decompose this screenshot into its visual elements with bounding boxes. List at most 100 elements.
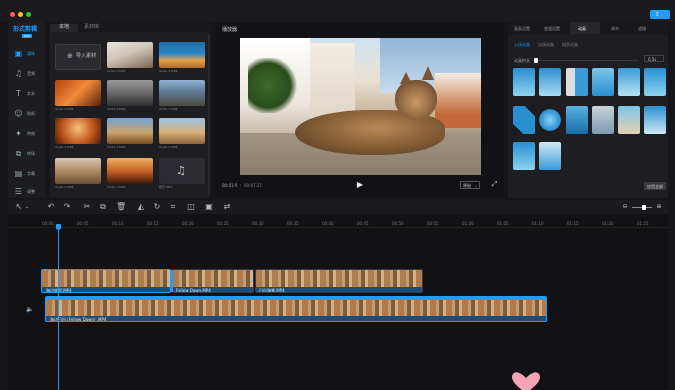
- media-thumb[interactable]: [55, 80, 101, 106]
- minimize-window-button[interactable]: [18, 12, 23, 17]
- media-thumb[interactable]: [159, 42, 205, 68]
- building-right: [435, 73, 481, 128]
- clip-trim-handle[interactable]: [171, 270, 173, 292]
- media-icon: ▣: [14, 49, 23, 58]
- media-name: VLOG 1.MP4: [159, 107, 178, 111]
- tab-speed-settings[interactable]: 变速设置: [544, 26, 560, 31]
- animation-preset[interactable]: [539, 106, 561, 134]
- media-name: VLOG 2.MP4: [107, 69, 126, 73]
- media-name: VLOG 4.MP4: [159, 69, 178, 73]
- import-button[interactable]: ⊕ 导入素材: [55, 44, 101, 70]
- copy-icon[interactable]: ⧉: [98, 202, 108, 212]
- timeline-clip[interactable]: 海边度假.MP4: [41, 269, 171, 293]
- sidebar-item-effects[interactable]: ✦ 特效: [8, 124, 46, 144]
- mirror-icon[interactable]: ◭: [136, 202, 146, 212]
- animation-preset[interactable]: [592, 68, 614, 96]
- delete-icon[interactable]: 🗑: [116, 202, 126, 212]
- subtab-combo[interactable]: 组合动画: [562, 42, 578, 47]
- tab-picture-settings[interactable]: 画面设置: [514, 26, 530, 31]
- sidebar-item-sticker[interactable]: ☺ 贴纸: [8, 104, 46, 124]
- plus-circle-icon: ⊕: [67, 52, 73, 60]
- freeze-icon[interactable]: ◫: [186, 202, 196, 212]
- playhead-handle[interactable]: [56, 224, 61, 230]
- animation-preset[interactable]: [513, 106, 535, 134]
- heart-decoration: [512, 372, 540, 390]
- slider-handle[interactable]: [642, 205, 646, 210]
- duration-input[interactable]: 0.5s: [644, 55, 664, 62]
- tab-adjust[interactable]: 调节: [611, 26, 619, 31]
- animation-preset[interactable]: [618, 106, 640, 134]
- redo-icon[interactable]: ↷: [62, 202, 72, 212]
- undo-icon[interactable]: ↶: [46, 202, 56, 212]
- crop-icon[interactable]: ⌗: [168, 202, 178, 212]
- audio-thumb[interactable]: ♫: [159, 158, 205, 184]
- media-thumb[interactable]: [55, 158, 101, 184]
- media-thumb[interactable]: [107, 158, 153, 184]
- media-thumb[interactable]: [107, 118, 153, 144]
- media-name: VLOG 4.MP4: [55, 145, 74, 149]
- timeline-panel: 00:00 00:05 00:10 00:15 00:20 00:25 00:3…: [8, 214, 668, 390]
- slider-handle[interactable]: [534, 58, 538, 63]
- fullscreen-button[interactable]: ⤢: [490, 180, 499, 189]
- screen-icon[interactable]: ▣: [204, 202, 214, 212]
- effects-icon: ✦: [15, 129, 22, 138]
- preview-panel: 播放器 00:01:9 / 00:07:27 ▶ 原始 ⌄ ⤢: [216, 22, 504, 198]
- chevron-down-icon[interactable]: ⌄: [22, 202, 32, 212]
- media-thumb[interactable]: [55, 118, 101, 144]
- tab-filter[interactable]: 滤镜: [638, 26, 646, 31]
- sidebar-item-text[interactable]: T 文本: [8, 84, 46, 104]
- maximize-window-button[interactable]: [26, 12, 31, 17]
- sidebar-item-media[interactable]: ▣ 媒体: [8, 44, 46, 64]
- export-button[interactable]: ⇪: [650, 10, 670, 19]
- playhead[interactable]: [56, 224, 61, 390]
- animation-preset[interactable]: [644, 68, 666, 96]
- animation-preset[interactable]: [539, 142, 561, 170]
- rotate-icon[interactable]: ↻: [152, 202, 162, 212]
- subtab-outro[interactable]: 出场动画: [538, 42, 554, 47]
- media-thumb[interactable]: [107, 42, 153, 68]
- ratio-select[interactable]: 原始 ⌄: [460, 181, 480, 189]
- animation-preset[interactable]: [539, 68, 561, 96]
- transition-icon: ⧉: [15, 149, 22, 158]
- sidebar-item-transition[interactable]: ⧉ 转场: [8, 144, 46, 164]
- duration-slider[interactable]: [534, 58, 638, 63]
- tab-animation[interactable]: 动画: [578, 26, 586, 31]
- video-frame[interactable]: [240, 38, 481, 175]
- media-scrollbar[interactable]: [208, 34, 210, 194]
- track-audio-icon[interactable]: 🔈: [26, 306, 33, 313]
- animation-preset[interactable]: [513, 68, 535, 96]
- animation-preset[interactable]: [644, 106, 666, 134]
- chevron-down-icon: ⌄: [474, 183, 478, 188]
- upload-icon: ⇪: [655, 11, 661, 18]
- subtab-intro[interactable]: 入场动画: [514, 42, 530, 47]
- timeline-clip[interactable]: 日出海景.MP4: [255, 269, 423, 293]
- animation-preset[interactable]: [513, 142, 535, 170]
- cat-ear: [422, 66, 434, 80]
- zoom-in-icon[interactable]: ⊕: [654, 202, 664, 212]
- animation-preset[interactable]: [618, 68, 640, 96]
- play-button[interactable]: ▶: [355, 180, 365, 190]
- time-ruler[interactable]: 00:00 00:05 00:10 00:15 00:20 00:25 00:3…: [8, 214, 668, 228]
- zoom-slider[interactable]: [632, 205, 652, 210]
- split-icon[interactable]: ✂: [82, 202, 92, 212]
- cat-head: [395, 80, 437, 120]
- animation-preset[interactable]: [592, 106, 614, 134]
- sidebar-item-audio[interactable]: ♫ 音频: [8, 64, 46, 84]
- animation-preset[interactable]: [566, 68, 588, 96]
- apply-all-button[interactable]: 应用全部: [644, 182, 666, 190]
- sidebar-item-adjust[interactable]: ☰ 调整: [8, 182, 46, 202]
- tab-library[interactable]: 素材库: [84, 24, 99, 30]
- pro-badge: PRO: [22, 34, 33, 38]
- main-track-clip[interactable]: 海边日出 (Fellow Dawn) .MP4: [45, 296, 547, 322]
- sidebar-item-subtitle[interactable]: ▤ 字幕: [8, 164, 46, 184]
- swap-icon[interactable]: ⇄: [222, 202, 232, 212]
- media-thumb[interactable]: [159, 118, 205, 144]
- zoom-out-icon[interactable]: ⊖: [620, 202, 630, 212]
- time-separator: /: [240, 183, 242, 188]
- animation-preset[interactable]: [566, 106, 588, 134]
- tab-local[interactable]: 本地: [50, 24, 78, 32]
- timeline-clip[interactable]: Fellow Dawn.MP4: [172, 269, 254, 293]
- media-thumb[interactable]: [107, 80, 153, 106]
- close-window-button[interactable]: [10, 12, 15, 17]
- media-thumb[interactable]: [159, 80, 205, 106]
